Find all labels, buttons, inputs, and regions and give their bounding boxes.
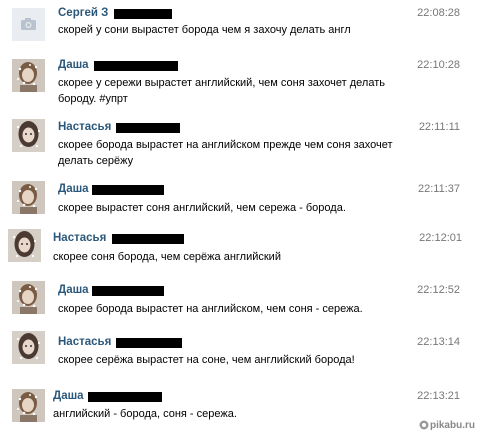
message-time: 22:12:01 [419,232,462,244]
avatar[interactable] [8,229,41,262]
redaction-bar [92,185,164,195]
message-text: скорее соня борода, чем серёжа английски… [53,251,281,263]
message-time: 22:10:28 [417,59,460,71]
message-time: 22:11:37 [417,183,460,195]
sender-name[interactable]: Даша [58,284,89,296]
camera-placeholder-icon [12,8,45,41]
redaction-bar [114,9,172,19]
message-text: английский - борода, соня - сережа. [53,408,237,420]
avatar[interactable] [12,281,45,314]
redaction-bar [116,123,180,133]
sender-name[interactable]: Настасья [53,232,106,244]
girl-photo [12,59,45,92]
message-time: 22:11:11 [418,121,460,133]
sender-name[interactable]: Сергей З [58,7,108,19]
message-text: скорее борода вырастет на английском пре… [58,139,393,167]
message-text: скорей у сони вырастет борода чем я захо… [58,24,351,36]
avatar[interactable] [12,389,45,422]
avatar[interactable] [12,59,45,92]
redaction-bar [112,234,184,244]
message-time: 22:08:28 [417,7,460,19]
girl-photo-2 [12,331,45,364]
message-text: скорее вырастет соня английский, чем сер… [58,202,346,214]
avatar[interactable] [12,119,45,152]
redaction-bar [94,61,178,71]
sender-name[interactable]: Даша [58,183,89,195]
chat-window: { "messages": [ {"name": "Сергей З", "ti… [0,0,481,433]
redaction-bar [88,392,162,402]
message-time: 22:13:21 [417,390,460,402]
sender-name[interactable]: Даша [53,390,84,402]
avatar[interactable] [12,181,45,214]
sender-name[interactable]: Настасья [58,121,111,133]
watermark: pikabu.ru [429,420,475,431]
avatar[interactable] [12,331,45,364]
girl-photo [12,281,45,314]
girl-photo [12,389,45,422]
pikabu-logo-icon [419,420,429,430]
avatar[interactable] [12,8,45,41]
message-time: 22:12:52 [417,284,460,296]
message-text: скорее борода вырастет на английском, че… [58,303,363,315]
sender-name[interactable]: Даша [58,59,89,71]
sender-name[interactable]: Настасья [58,336,111,348]
girl-photo [12,181,45,214]
redaction-bar [116,338,182,348]
redaction-bar [92,286,164,296]
girl-photo-2 [12,119,45,152]
girl-photo-2 [8,229,41,262]
message-text: скорее серёжа вырастет на соне, чем англ… [58,354,355,366]
message-time: 22:13:14 [417,336,460,348]
message-text: скорее у сережи вырастет английский, чем… [58,77,385,105]
